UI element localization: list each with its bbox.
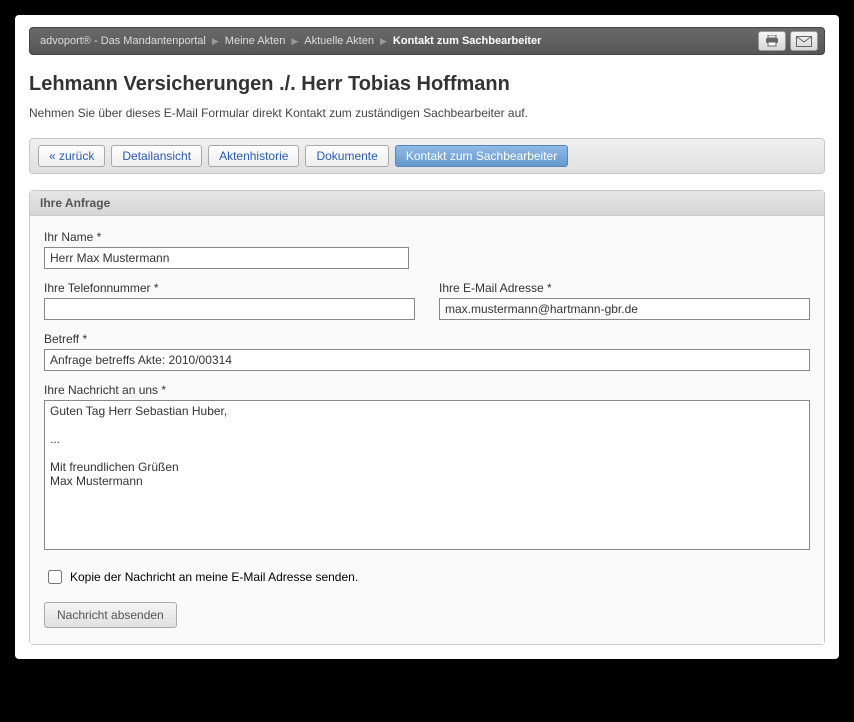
copy-checkbox-row: Kopie der Nachricht an meine E-Mail Adre… xyxy=(48,570,810,584)
panel-body: Ihr Name * Ihre Telefonnummer * Ihre E-M… xyxy=(30,216,824,644)
tab-detail[interactable]: Detailansicht xyxy=(111,145,202,167)
back-button[interactable]: « zurück xyxy=(38,145,105,167)
tab-documents[interactable]: Dokumente xyxy=(305,145,388,167)
app-window: advoport® - Das Mandantenportal ▶ Meine … xyxy=(15,15,839,659)
mail-button[interactable] xyxy=(790,31,818,51)
chevron-right-icon: ▶ xyxy=(212,36,219,47)
page-subtitle: Nehmen Sie über dieses E-Mail Formular d… xyxy=(29,106,825,120)
tab-contact[interactable]: Kontakt zum Sachbearbeiter xyxy=(395,145,568,167)
mail-icon xyxy=(796,36,812,47)
field-name: Ihr Name * xyxy=(44,230,409,269)
email-label: Ihre E-Mail Adresse * xyxy=(439,281,810,295)
tabbar: « zurück Detailansicht Aktenhistorie Dok… xyxy=(29,138,825,174)
copy-checkbox[interactable] xyxy=(48,570,62,584)
copy-label: Kopie der Nachricht an meine E-Mail Adre… xyxy=(70,570,358,584)
chevron-right-icon: ▶ xyxy=(380,36,387,47)
crumb-aktuelle-akten[interactable]: Aktuelle Akten xyxy=(304,35,374,47)
name-label: Ihr Name * xyxy=(44,230,409,244)
request-panel: Ihre Anfrage Ihr Name * Ihre Telefonnumm… xyxy=(29,190,825,645)
message-label: Ihre Nachricht an uns * xyxy=(44,383,810,397)
tab-history[interactable]: Aktenhistorie xyxy=(208,145,299,167)
subject-label: Betreff * xyxy=(44,332,810,346)
topbar: advoport® - Das Mandantenportal ▶ Meine … xyxy=(29,27,825,55)
panel-header: Ihre Anfrage xyxy=(30,191,824,216)
field-subject: Betreff * xyxy=(44,332,810,371)
phone-label: Ihre Telefonnummer * xyxy=(44,281,415,295)
field-message: Ihre Nachricht an uns * xyxy=(44,383,810,550)
crumb-home[interactable]: advoport® - Das Mandantenportal xyxy=(40,35,206,47)
name-input[interactable] xyxy=(44,247,409,269)
page-title: Lehmann Versicherungen ./. Herr Tobias H… xyxy=(29,73,825,96)
topbar-buttons xyxy=(758,31,818,51)
phone-input[interactable] xyxy=(44,298,415,320)
crumb-current: Kontakt zum Sachbearbeiter xyxy=(393,35,542,47)
submit-button[interactable]: Nachricht absenden xyxy=(44,602,177,628)
crumb-meine-akten[interactable]: Meine Akten xyxy=(225,35,286,47)
field-email: Ihre E-Mail Adresse * xyxy=(439,281,810,320)
breadcrumb: advoport® - Das Mandantenportal ▶ Meine … xyxy=(40,35,758,47)
email-input[interactable] xyxy=(439,298,810,320)
subject-input[interactable] xyxy=(44,349,810,371)
print-button[interactable] xyxy=(758,31,786,51)
message-textarea[interactable] xyxy=(44,400,810,550)
print-icon xyxy=(765,35,779,47)
field-phone: Ihre Telefonnummer * xyxy=(44,281,415,320)
chevron-right-icon: ▶ xyxy=(291,36,298,47)
